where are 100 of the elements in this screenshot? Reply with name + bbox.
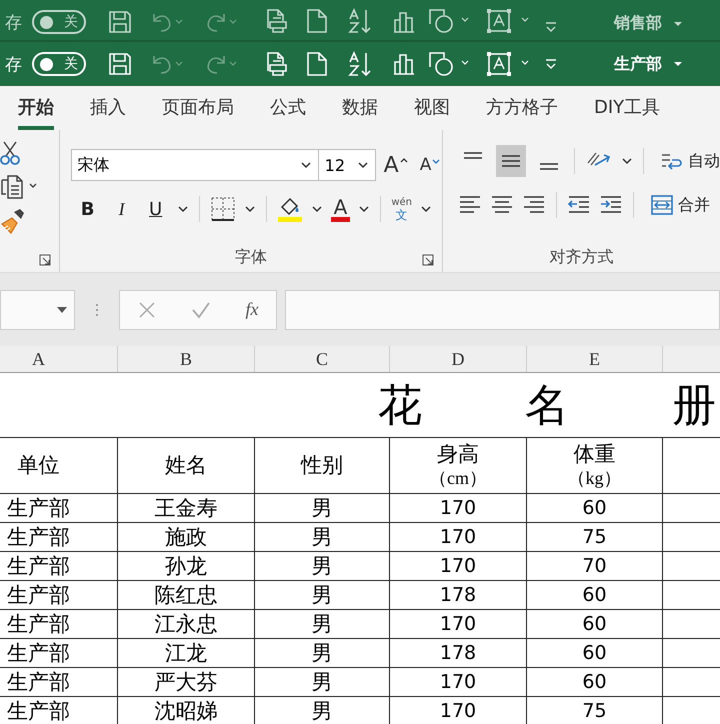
ribbon-tab[interactable]: 页面布局 xyxy=(162,86,234,130)
table-cell: 江永忠 xyxy=(118,610,255,639)
table-cell: 生产部 xyxy=(0,697,118,724)
table-cell: 严大芬 xyxy=(118,668,255,697)
dialog-launcher-icon[interactable] xyxy=(38,254,51,266)
caret-icon[interactable] xyxy=(300,161,312,169)
dialog-launcher-icon[interactable] xyxy=(422,254,434,266)
table-cell: 生产部 xyxy=(0,523,118,552)
document-icon[interactable] xyxy=(306,51,328,77)
table-cell: 男 xyxy=(255,552,390,581)
table-cell: 170 xyxy=(390,494,527,523)
decrease-font-button[interactable]: A xyxy=(420,155,440,175)
italic-button[interactable]: I xyxy=(108,198,135,220)
increase-font-button[interactable]: A xyxy=(384,152,408,178)
merge-center-button[interactable]: 合并 xyxy=(650,193,710,217)
column-header[interactable]: D xyxy=(390,346,527,372)
table-cell: 70 xyxy=(527,552,663,581)
table-cell: 陈红忠 xyxy=(118,581,255,610)
wrap-text-button[interactable]: 自动 xyxy=(660,149,720,173)
header-cell: 性别 xyxy=(255,437,390,494)
save-icon[interactable] xyxy=(108,10,132,34)
save-icon[interactable] xyxy=(108,52,132,76)
table-cell: 沈昭娣 xyxy=(118,697,255,724)
table-cell: 170 xyxy=(390,552,527,581)
ribbon-tab[interactable]: 方方格子 xyxy=(486,86,558,130)
underline-button[interactable]: U xyxy=(142,198,169,220)
phonetic-button[interactable]: wén 文 xyxy=(391,197,412,221)
ribbon-tab[interactable]: 数据 xyxy=(342,86,378,130)
table-cell: 75 xyxy=(527,697,663,724)
align-center-icon[interactable] xyxy=(490,194,514,216)
decrease-indent-icon[interactable] xyxy=(567,194,591,216)
caret-icon[interactable] xyxy=(356,161,369,169)
up-caret-icon xyxy=(400,156,408,162)
bar-chart-icon[interactable] xyxy=(392,10,416,34)
ribbon-tab[interactable]: 公式 xyxy=(270,86,306,130)
caret-icon[interactable] xyxy=(358,205,370,213)
cut-icon[interactable] xyxy=(0,140,20,166)
table-cell: 170 xyxy=(390,523,527,552)
table-cell: 男 xyxy=(255,668,390,697)
table-cell: 男 xyxy=(255,523,390,552)
alignment-lines-icon xyxy=(463,152,483,159)
table-cell: 60 xyxy=(527,494,663,523)
autosave-toggle[interactable]: 关 xyxy=(32,10,86,34)
table-cell: 生产部 xyxy=(0,552,118,581)
down-caret-icon xyxy=(432,159,440,165)
formula-input[interactable] xyxy=(285,290,720,330)
align-right-icon[interactable] xyxy=(522,194,546,216)
font-color-button[interactable]: A xyxy=(330,196,350,222)
caret-icon[interactable] xyxy=(176,205,189,213)
department-dropdown[interactable]: 生产部 xyxy=(614,54,684,74)
caret-icon[interactable] xyxy=(672,60,684,68)
header-cell: 单位 xyxy=(0,437,118,494)
font-name-dropdown[interactable]: 宋体 xyxy=(70,149,319,181)
print-preview-icon[interactable] xyxy=(264,51,290,77)
align-left-icon[interactable] xyxy=(458,194,482,216)
column-header[interactable]: B xyxy=(118,346,255,372)
table-cell: 男 xyxy=(255,610,390,639)
caret-icon[interactable] xyxy=(310,205,323,213)
table-cell: 178 xyxy=(390,639,527,668)
font-size-dropdown[interactable]: 12 xyxy=(318,149,376,181)
bar-chart-icon[interactable] xyxy=(392,52,416,76)
alignment-lines-icon xyxy=(501,155,521,167)
table-cell: 60 xyxy=(527,668,663,697)
print-preview-icon[interactable] xyxy=(264,8,290,34)
table-cell: 男 xyxy=(255,494,390,523)
column-header[interactable]: C xyxy=(255,346,390,372)
column-header[interactable]: A xyxy=(0,346,118,372)
format-painter-icon[interactable] xyxy=(0,208,26,234)
bold-button[interactable]: B xyxy=(74,198,101,220)
header-cell: 身高 （cm） xyxy=(390,437,527,494)
table-cell: 施政 xyxy=(118,523,255,552)
table-cell: 男 xyxy=(255,581,390,610)
autosave-toggle[interactable]: 关 xyxy=(32,52,86,76)
customize-menu-icon[interactable] xyxy=(544,57,558,71)
table-cell: 75 xyxy=(527,523,663,552)
ribbon-tab[interactable]: DIY工具 xyxy=(594,86,660,130)
drag-handle-icon[interactable] xyxy=(95,302,99,316)
increase-indent-icon[interactable] xyxy=(599,194,623,216)
document-icon[interactable] xyxy=(306,8,328,34)
ribbon-tab[interactable]: 视图 xyxy=(414,86,450,130)
caret-icon[interactable] xyxy=(244,205,256,213)
table-cell: 男 xyxy=(255,639,390,668)
caret-icon[interactable] xyxy=(56,306,68,314)
column-header[interactable]: E xyxy=(527,346,663,372)
fill-color-icon[interactable] xyxy=(276,195,303,223)
caret-icon[interactable] xyxy=(621,157,633,165)
borders-icon[interactable] xyxy=(210,196,236,222)
alignment-lines-icon xyxy=(539,163,559,170)
check-icon[interactable] xyxy=(190,300,210,318)
vertical-align-button[interactable] xyxy=(496,145,526,177)
header-cell: 体重 （kg） xyxy=(527,437,663,494)
insert-function-button[interactable]: fx xyxy=(246,299,258,320)
department-dropdown[interactable]: 销售部 xyxy=(614,13,684,34)
ribbon-tab[interactable]: 插入 xyxy=(90,86,126,130)
table-cell: 170 xyxy=(390,668,527,697)
table-cell: 生产部 xyxy=(0,494,118,523)
customize-menu-icon[interactable] xyxy=(544,20,558,34)
table-cell: 60 xyxy=(527,610,663,639)
caret-icon[interactable] xyxy=(420,205,432,213)
table-cell: 生产部 xyxy=(0,639,118,668)
